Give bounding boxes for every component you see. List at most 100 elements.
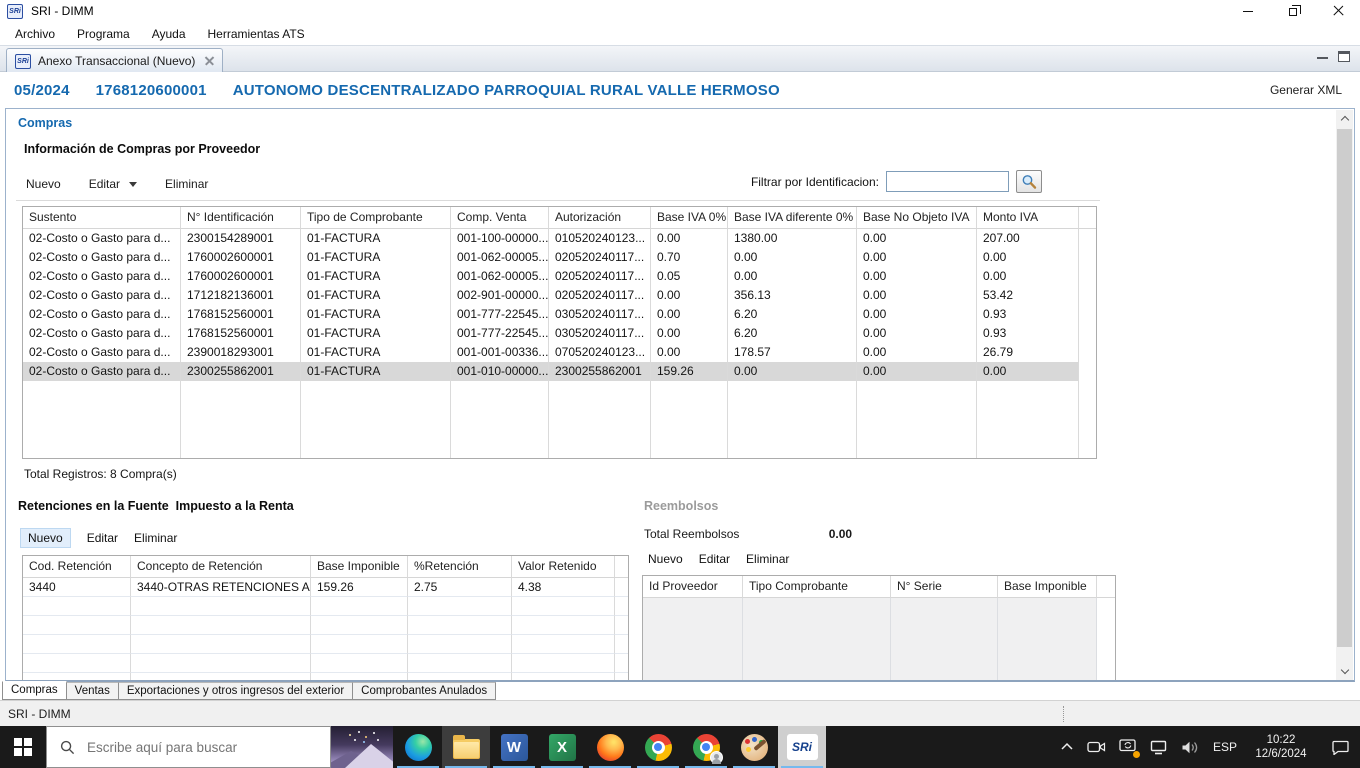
- retenciones-editar-button[interactable]: Editar: [87, 531, 118, 545]
- taskbar-sri-dimm[interactable]: SRi: [778, 726, 826, 768]
- table-cell: [977, 457, 1079, 459]
- vertical-scrollbar[interactable]: [1336, 110, 1353, 680]
- table-cell: 0.93: [977, 324, 1079, 343]
- scrollbar-thumb[interactable]: [1337, 129, 1352, 647]
- tray-expand-icon[interactable]: [1060, 741, 1074, 753]
- column-header[interactable]: N° Serie: [891, 576, 998, 598]
- menu-ayuda[interactable]: Ayuda: [141, 27, 197, 41]
- scroll-down-button[interactable]: [1336, 663, 1353, 680]
- inner-minimize-icon[interactable]: [1317, 56, 1328, 59]
- column-header[interactable]: Concepto de Retención: [131, 556, 311, 578]
- column-header[interactable]: %Retención: [408, 556, 512, 578]
- tab-ventas[interactable]: Ventas: [66, 682, 119, 700]
- taskbar-edge[interactable]: [394, 726, 442, 768]
- tab-comprobantes-anulados[interactable]: Comprobantes Anulados: [352, 682, 496, 700]
- column-header[interactable]: Monto IVA: [977, 207, 1079, 229]
- row-fill: [1079, 229, 1096, 248]
- compras-nuevo-button[interactable]: Nuevo: [26, 177, 61, 191]
- retenciones-nuevo-button[interactable]: Nuevo: [20, 528, 71, 548]
- taskbar-firefox[interactable]: [586, 726, 634, 768]
- restore-button[interactable]: [1270, 0, 1315, 22]
- scroll-up-button[interactable]: [1336, 110, 1353, 127]
- table-cell: [743, 598, 891, 617]
- column-header[interactable]: Id Proveedor: [643, 576, 743, 598]
- table-row[interactable]: 02-Costo o Gasto para d...17600026000010…: [23, 267, 1096, 286]
- table-row[interactable]: 34403440-OTRAS RETENCIONES A...159.262.7…: [23, 578, 628, 597]
- table-row[interactable]: 02-Costo o Gasto para d...23002558620010…: [23, 362, 1096, 381]
- table-cell: 01-FACTURA: [301, 362, 451, 381]
- column-header[interactable]: Tipo Comprobante: [743, 576, 891, 598]
- start-button[interactable]: [0, 726, 46, 768]
- compras-editar-button[interactable]: Editar: [89, 177, 137, 191]
- reembolsos-eliminar-button[interactable]: Eliminar: [746, 552, 789, 566]
- taskbar-file-explorer[interactable]: [442, 726, 490, 768]
- tab-exportaciones[interactable]: Exportaciones y otros ingresos del exter…: [118, 682, 353, 700]
- table-cell: 002-901-00000...: [451, 286, 549, 305]
- generate-xml-button[interactable]: Generar XML: [1270, 83, 1342, 97]
- taskbar-paint[interactable]: [730, 726, 778, 768]
- tab-compras[interactable]: Compras: [2, 681, 67, 700]
- tab-close-icon[interactable]: [204, 56, 214, 66]
- table-row[interactable]: 02-Costo o Gasto para d...17681525600010…: [23, 324, 1096, 343]
- close-button[interactable]: [1315, 0, 1360, 22]
- column-header[interactable]: Comp. Venta: [451, 207, 549, 229]
- table-cell: 010520240123...: [549, 229, 651, 248]
- clock-date: 12/6/2024: [1250, 747, 1312, 761]
- document-tab-strip: SRi Anexo Transaccional (Nuevo): [0, 45, 1360, 72]
- column-header[interactable]: Valor Retenido: [512, 556, 615, 578]
- menu-archivo[interactable]: Archivo: [4, 27, 66, 41]
- table-cell: [643, 655, 743, 674]
- table-row[interactable]: 02-Costo o Gasto para d...17600026000010…: [23, 248, 1096, 267]
- table-cell: 1760002600001: [181, 267, 301, 286]
- meet-now-icon[interactable]: [1087, 740, 1106, 754]
- column-header[interactable]: Base IVA 0%: [651, 207, 728, 229]
- column-header[interactable]: Base No Objeto IVA: [857, 207, 977, 229]
- menu-herramientas-ats[interactable]: Herramientas ATS: [197, 27, 316, 41]
- table-cell: [651, 419, 728, 438]
- reembolsos-nuevo-button[interactable]: Nuevo: [648, 552, 683, 566]
- action-center-icon[interactable]: [1331, 739, 1350, 755]
- reembolsos-title: Reembolsos: [644, 499, 718, 513]
- language-indicator[interactable]: ESP: [1213, 740, 1237, 754]
- column-header[interactable]: N° Identificación: [181, 207, 301, 229]
- taskbar-chrome-profile[interactable]: [682, 726, 730, 768]
- clock[interactable]: 10:22 12/6/2024: [1250, 733, 1312, 761]
- taskbar-search[interactable]: [46, 726, 331, 768]
- column-header[interactable]: Base Imponible: [311, 556, 408, 578]
- taskbar-excel[interactable]: X: [538, 726, 586, 768]
- table-row[interactable]: 02-Costo o Gasto para d...23001542890010…: [23, 229, 1096, 248]
- column-header[interactable]: Tipo de Comprobante: [301, 207, 451, 229]
- network-icon[interactable]: [1150, 740, 1168, 755]
- table-cell: 030520240117...: [549, 305, 651, 324]
- table-empty-row: [23, 438, 1096, 457]
- taskbar-apps: W X SRi: [394, 726, 826, 768]
- table-cell: [301, 419, 451, 438]
- table-cell: 001-010-00000...: [451, 362, 549, 381]
- volume-icon[interactable]: [1181, 740, 1200, 755]
- table-row[interactable]: 02-Costo o Gasto para d...17121821360010…: [23, 286, 1096, 305]
- column-header[interactable]: Base IVA diferente 0%: [728, 207, 857, 229]
- reembolsos-editar-button[interactable]: Editar: [699, 552, 730, 566]
- column-header[interactable]: Sustento: [23, 207, 181, 229]
- table-cell: 02-Costo o Gasto para d...: [23, 229, 181, 248]
- column-header[interactable]: Autorización: [549, 207, 651, 229]
- news-widget[interactable]: [331, 726, 393, 768]
- menu-programa[interactable]: Programa: [66, 27, 141, 41]
- retenciones-eliminar-button[interactable]: Eliminar: [134, 531, 177, 545]
- table-row[interactable]: 02-Costo o Gasto para d...17681525600010…: [23, 305, 1096, 324]
- minimize-button[interactable]: [1225, 0, 1270, 22]
- tab-anexo-transaccional[interactable]: SRi Anexo Transaccional (Nuevo): [6, 48, 223, 73]
- taskbar-word[interactable]: W: [490, 726, 538, 768]
- taskbar-chrome[interactable]: [634, 726, 682, 768]
- table-cell: 020520240117...: [549, 267, 651, 286]
- column-header[interactable]: Cod. Retención: [23, 556, 131, 578]
- column-header[interactable]: Base Imponible: [998, 576, 1097, 598]
- inner-maximize-icon[interactable]: [1338, 51, 1350, 62]
- filter-search-button[interactable]: [1016, 170, 1042, 193]
- taskbar-search-input[interactable]: [85, 739, 330, 756]
- chevron-down-icon[interactable]: [129, 182, 137, 187]
- compras-eliminar-button[interactable]: Eliminar: [165, 177, 208, 191]
- filter-input[interactable]: [886, 171, 1009, 192]
- table-row[interactable]: 02-Costo o Gasto para d...23900182930010…: [23, 343, 1096, 362]
- update-tray-item[interactable]: [1119, 739, 1137, 756]
